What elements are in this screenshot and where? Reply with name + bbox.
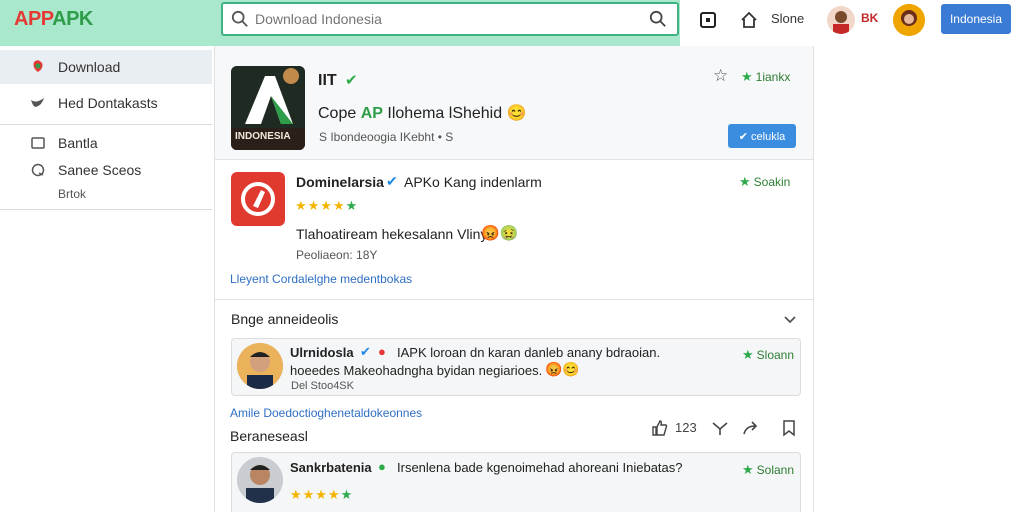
featured-rating-text: 1iankx [755, 70, 791, 84]
comments-section-title: Bnge anneideolis [231, 311, 339, 327]
profile-avatar[interactable] [893, 4, 925, 36]
verified-icon: ✔ [386, 173, 398, 189]
chevron-down-icon[interactable] [783, 312, 797, 326]
search-bar[interactable] [221, 2, 679, 36]
search-input[interactable] [255, 8, 635, 30]
app-logo[interactable]: APPAPK [14, 8, 93, 31]
sidebar-divider [0, 124, 212, 125]
sidebar-item-label: Download [58, 59, 121, 75]
slone-link[interactable]: Slone [771, 11, 804, 26]
sidebar-item-label: Brtok [58, 187, 87, 201]
bookmark-icon[interactable] [781, 419, 797, 437]
comment-rating[interactable]: ★ Sloann [742, 347, 794, 363]
home-icon[interactable] [739, 10, 759, 30]
app-item-stars: ★★★★★ [295, 198, 358, 214]
main-content: INDONESIA IIT ✔ Cope AP Ilohema lShehid … [214, 46, 814, 512]
featured-rating[interactable]: ★ 1iankx [741, 69, 790, 85]
like-count: 123 [675, 420, 697, 435]
featured-app-name: IIT [318, 72, 337, 89]
share-icon[interactable] [741, 419, 759, 437]
star-icon: ★ [741, 69, 753, 84]
app-item-emojis: 😡🤢 [481, 225, 519, 242]
sidebar-item-label: Bantla [58, 135, 98, 151]
comment-rating[interactable]: ★ Solann [742, 462, 794, 478]
verified-icon: ✔ [360, 344, 371, 359]
thumbs-down-icon[interactable] [711, 419, 729, 437]
star-icon: ★ [742, 347, 754, 362]
sidebar: Download Hed Dontakasts Bantla Sanee Sce… [0, 46, 212, 512]
sidebar-item-label: Hed Dontakasts [58, 95, 158, 111]
top-bar: APPAPK Slone BK Indonesia [0, 0, 1024, 46]
app-item-description: Tlahoatiream hekesalann Vliny [296, 226, 488, 242]
thumbs-up-icon[interactable] [651, 419, 669, 437]
comment-text: IAPK loroan dn karan danleb anany bdraoi… [397, 345, 661, 360]
featured-app-icon-text: INDONESIA [235, 131, 291, 142]
comment-item[interactable]: Ulrnidosla ✔ ● IAPK loroan dn karan danl… [231, 338, 801, 396]
green-badge-icon: ● [378, 459, 386, 474]
logo-part-2: APK [52, 8, 93, 30]
search-icon [231, 10, 248, 27]
right-pane [815, 46, 1024, 512]
comment-text: Irsenlena bade kgenoimehad ahoreani Inie… [397, 460, 683, 475]
comment-text-line2: hoeedes Makeohadngha byidan negiarioes. [290, 363, 543, 378]
user-badge: BK [861, 11, 879, 25]
comment-stars: ★★★★★ [290, 487, 353, 503]
download-box-icon[interactable] [698, 10, 718, 30]
logo-part-1: APP [14, 8, 53, 30]
sidebar-item-hed[interactable]: Hed Dontakasts [0, 86, 212, 120]
commenter-avatar[interactable] [237, 457, 283, 503]
smile-emoji: 😊 [506, 105, 527, 122]
featured-app-subtitle: Cope AP Ilohema lShehid 😊 [318, 103, 527, 123]
sidebar-item-label: Sanee Sceos [58, 162, 142, 178]
folder-icon [31, 137, 45, 149]
stars-filled: ★★★★ [295, 198, 346, 213]
app-item-title-rest: APKo Kang indenlarm [404, 174, 542, 190]
app-item-icon[interactable] [231, 172, 285, 226]
app-list-item[interactable]: Dominelarsia ✔ APKo Kang indenlarm ★★★★★… [215, 160, 813, 300]
download-icon [33, 60, 43, 72]
star-green-icon: ★ [340, 487, 354, 502]
featured-app-card[interactable]: INDONESIA IIT ✔ Cope AP Ilohema lShehid … [215, 46, 813, 160]
comments-subheading: Beraneseasl [230, 428, 308, 444]
comment-emojis: 😡😊 [545, 361, 580, 377]
app-item-meta: Peoliaeon: 18Y [296, 248, 378, 262]
sidebar-item-download[interactable]: Download [0, 50, 212, 84]
chat-icon [31, 163, 45, 177]
bird-icon [31, 98, 44, 107]
sidebar-divider [0, 209, 212, 210]
featured-app-icon[interactable]: INDONESIA [231, 66, 305, 150]
star-outline-icon[interactable]: ☆ [713, 66, 728, 86]
featured-subtitle-rest: Ilohema lShehid [387, 105, 503, 122]
indonesia-button[interactable]: Indonesia [941, 4, 1011, 34]
featured-subtitle-highlight: AP [360, 105, 383, 122]
sidebar-item-brtok[interactable]: Brtok [0, 184, 212, 204]
stars-filled: ★★★★ [290, 487, 341, 502]
star-icon: ★ [739, 174, 751, 189]
app-item-rating[interactable]: ★ Soakin [739, 174, 790, 190]
sidebar-item-sanee[interactable]: Sanee Sceos [0, 159, 212, 181]
comment-rating-text: Sloann [756, 348, 795, 362]
app-item-title[interactable]: Dominelarsia [296, 174, 384, 190]
comment-rating-text: Solann [756, 463, 795, 477]
search-submit-icon[interactable] [649, 10, 667, 28]
app-item-link[interactable]: Lleyent Cordalelghe medentbokas [230, 272, 412, 286]
star-green-icon: ★ [345, 198, 359, 213]
featured-action-label: celukla [751, 130, 786, 143]
featured-action-button[interactable]: ✔ celukla [728, 124, 796, 148]
comments-link[interactable]: Amile Doedoctioghenetaldokeonnes [230, 406, 422, 420]
user-avatar-1[interactable] [827, 6, 855, 34]
comment-author[interactable]: Ulrnidosla [290, 345, 354, 360]
star-icon: ★ [742, 462, 754, 477]
app-item-rating-text: Soakin [753, 175, 791, 189]
verified-badge-icon: ✔ [345, 72, 358, 89]
sidebar-item-bantla[interactable]: Bantla [0, 132, 212, 154]
comment-author[interactable]: Sankrbatenia [290, 460, 372, 475]
featured-app-meta: S Ibondeoogia IKebht • S [319, 130, 454, 144]
comment-meta: Del Stoo4SK [291, 380, 354, 392]
featured-subtitle-prefix: Cope [318, 105, 357, 122]
comment-item[interactable]: Sankrbatenia ● Irsenlena bade kgenoimeha… [231, 452, 801, 512]
commenter-avatar[interactable] [237, 343, 283, 389]
alert-icon: ● [378, 344, 386, 359]
